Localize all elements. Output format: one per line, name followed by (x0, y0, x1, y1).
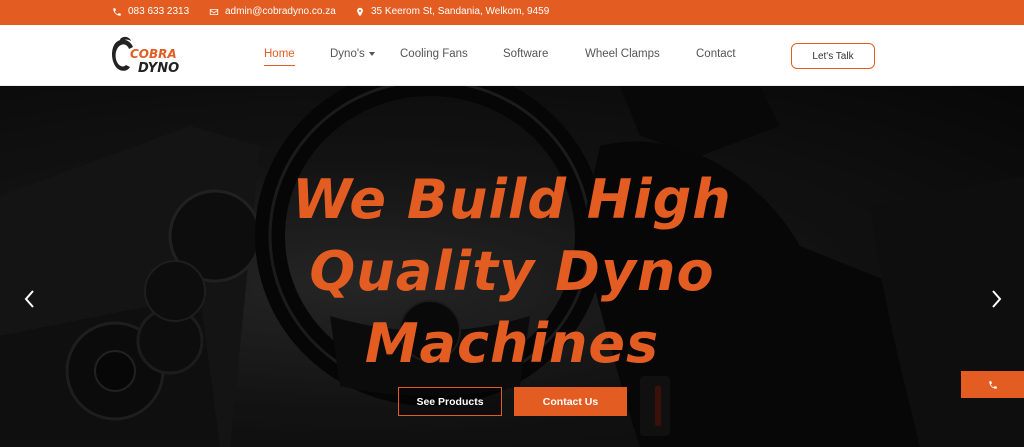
hero-headline: We Build High Quality Dyno Machines (0, 164, 1024, 380)
nav-dynos-label: Dyno's (330, 48, 365, 60)
nav-wheel-clamps[interactable]: Wheel Clamps (585, 48, 660, 60)
floating-call-button[interactable] (961, 371, 1024, 398)
hero-slider: We Build High Quality Dyno Machines See … (0, 86, 1024, 447)
phone-icon (113, 7, 121, 16)
logo-text-cobra: COBRA (130, 47, 177, 61)
topbar-phone[interactable]: 083 633 2313 (112, 6, 189, 17)
top-contact-bar: 083 633 2313 admin@cobradyno.co.za 35 Ke… (0, 0, 1024, 25)
caret-down-icon (368, 51, 375, 56)
nav-dynos[interactable]: Dyno's (330, 48, 375, 60)
chevron-left-icon (24, 290, 34, 308)
topbar-email-text: admin@cobradyno.co.za (225, 6, 336, 17)
lets-talk-button[interactable]: Let's Talk (791, 43, 875, 69)
chevron-right-icon (992, 290, 1002, 308)
nav-cooling-fans[interactable]: Cooling Fans (400, 48, 468, 60)
location-icon (357, 7, 363, 16)
topbar-address-text: 35 Keerom St, Sandania, Welkom, 9459 (371, 6, 550, 17)
phone-icon (988, 380, 997, 389)
carousel-prev-button[interactable] (22, 289, 38, 309)
topbar-email[interactable]: admin@cobradyno.co.za (209, 6, 336, 17)
mail-icon (209, 8, 219, 15)
hero-headline-line-2: Quality Dyno (309, 240, 715, 303)
nav-software[interactable]: Software (503, 48, 548, 60)
contact-us-button[interactable]: Contact Us (514, 387, 627, 416)
carousel-next-button[interactable] (988, 289, 1004, 309)
hero-headline-line-3: Machines (364, 312, 660, 375)
nav-home[interactable]: Home (264, 48, 295, 66)
cobra-dyno-logo[interactable]: COBRA DYNO (108, 33, 196, 79)
topbar-address: 35 Keerom St, Sandania, Welkom, 9459 (355, 6, 549, 17)
logo-text-dyno: DYNO (138, 61, 179, 76)
site-header: COBRA DYNO Home Dyno's Cooling Fans Soft… (0, 25, 1024, 86)
see-products-button[interactable]: See Products (398, 387, 502, 416)
nav-contact[interactable]: Contact (696, 48, 736, 60)
hero-headline-line-1: We Build High (292, 168, 732, 231)
topbar-phone-text: 083 633 2313 (128, 6, 190, 17)
